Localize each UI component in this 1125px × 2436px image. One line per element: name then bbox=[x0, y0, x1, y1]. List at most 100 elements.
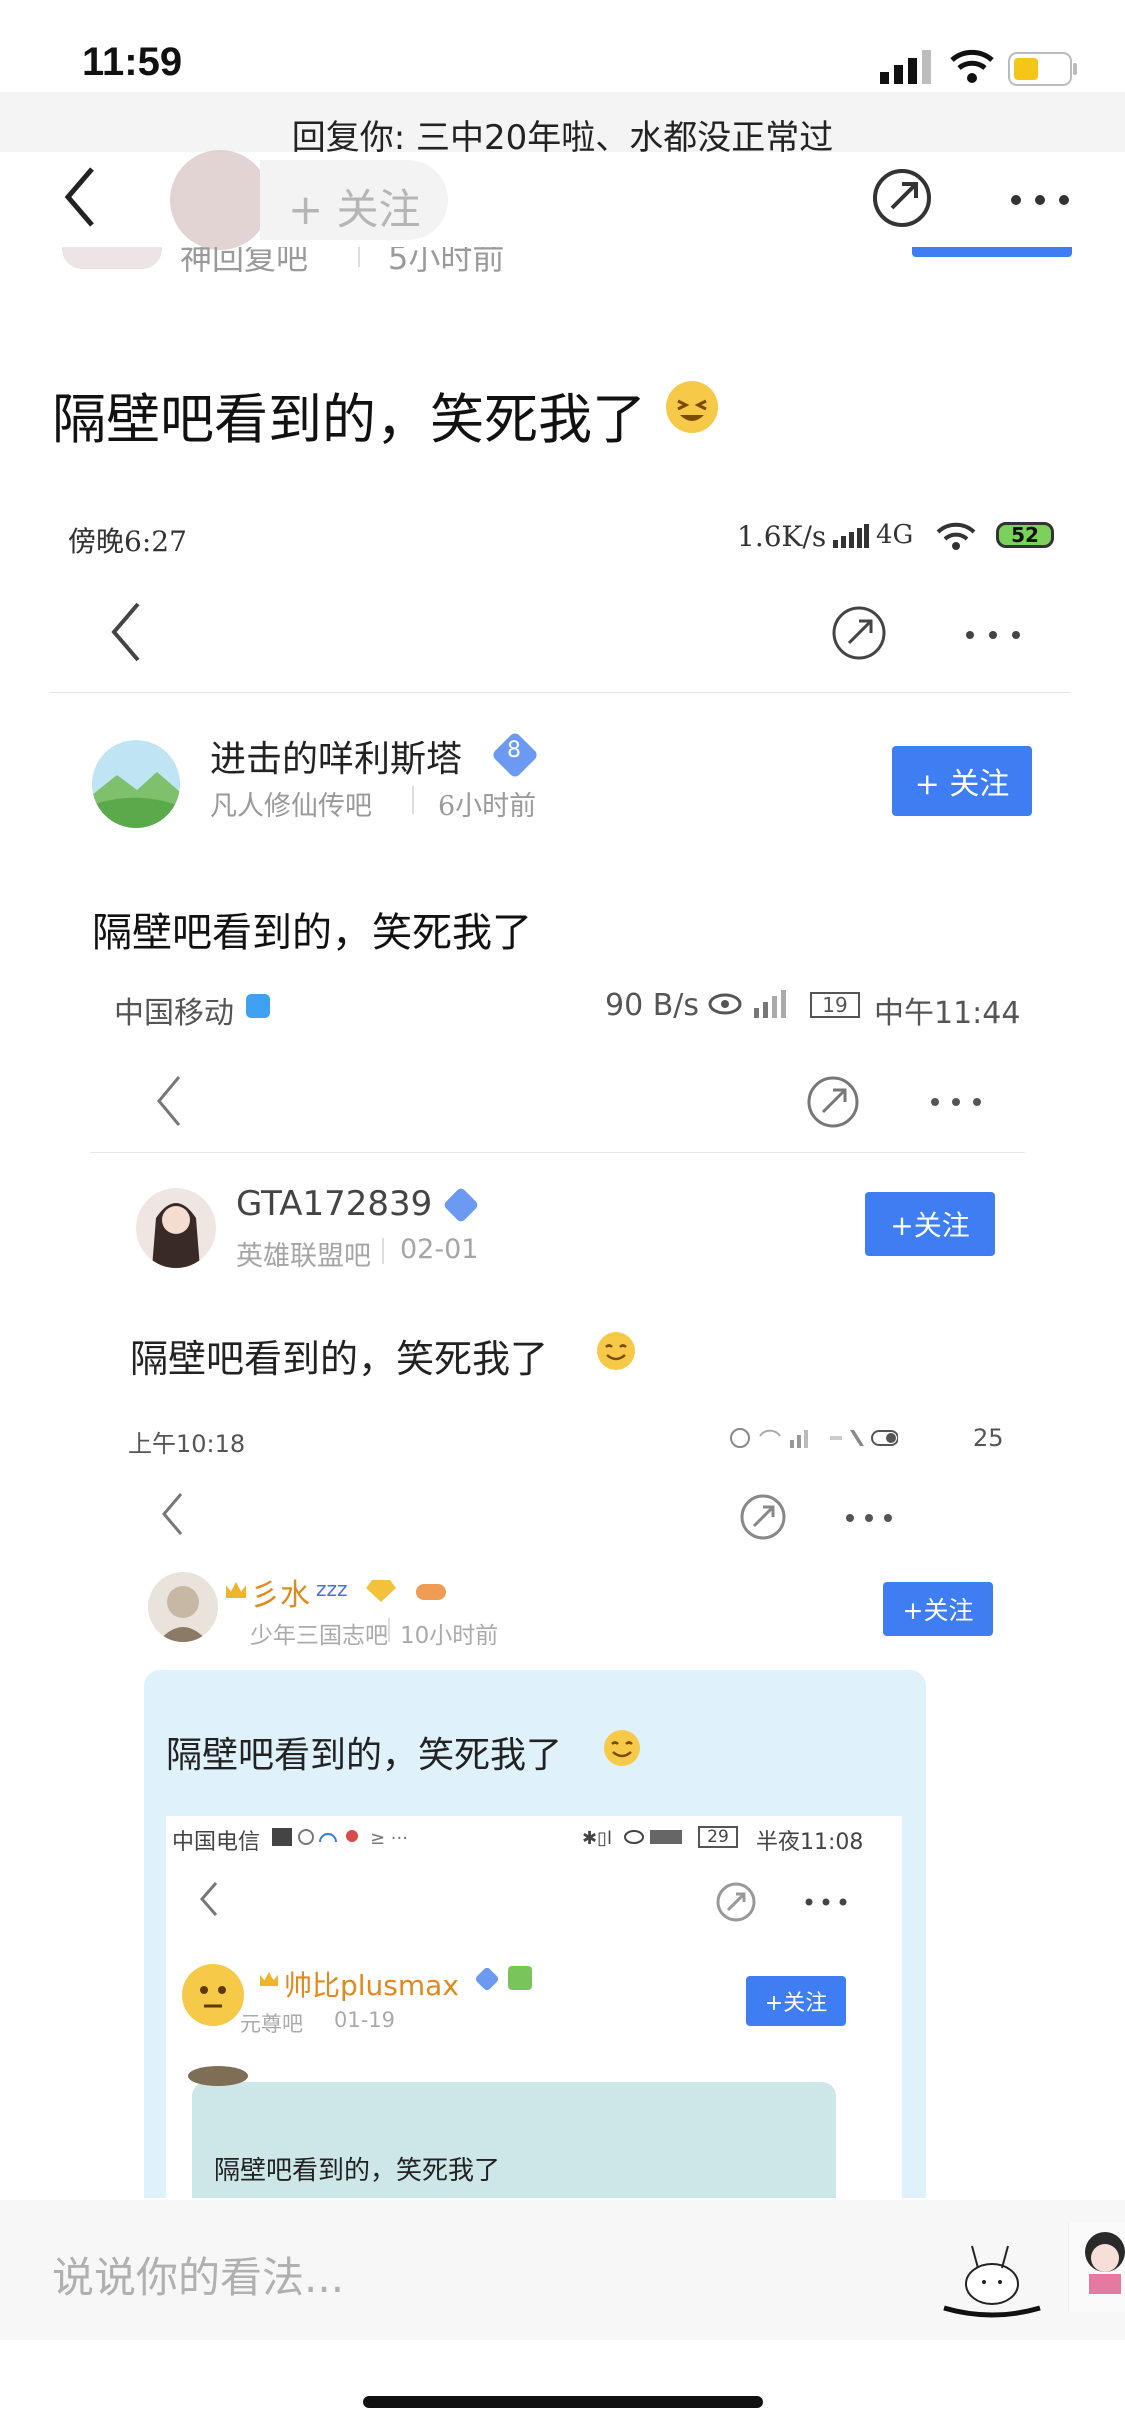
shot2-avatar[interactable] bbox=[136, 1188, 216, 1268]
shot3-status-icons bbox=[730, 1426, 898, 1450]
shot1-back-button[interactable] bbox=[106, 592, 146, 672]
shot2-eye-icon bbox=[708, 992, 742, 1016]
shot4-battery-label: 29 bbox=[707, 1827, 729, 1847]
shot3-forum[interactable]: 少年三国志吧 bbox=[250, 1616, 388, 1650]
shot1-level: 8 bbox=[507, 738, 521, 763]
sticker-bunny-icon bbox=[943, 2245, 1041, 2318]
shot3-back-button[interactable] bbox=[152, 1484, 192, 1544]
shot2-status-time: 中午11:44 bbox=[874, 996, 1021, 1031]
shot2-more-button[interactable] bbox=[928, 1090, 984, 1114]
shot1-share-button[interactable] bbox=[828, 602, 890, 664]
shot2-battery-label: 19 bbox=[822, 993, 848, 1017]
shot1-battery: 52 bbox=[996, 522, 1054, 548]
shot3-battery-label: 25 bbox=[973, 1424, 1004, 1452]
shot3-smile-emoji-icon bbox=[604, 1730, 640, 1766]
shot2-back-button[interactable] bbox=[148, 1066, 188, 1136]
shot4-post-text: 隔壁吧看到的，笑死我了 bbox=[214, 2156, 501, 2186]
nav-bar: + 关注 bbox=[0, 150, 1125, 250]
shot1-nav-divider bbox=[50, 692, 1070, 693]
header-follow-label: + 关注 bbox=[288, 185, 421, 234]
shot1-share-icon bbox=[832, 606, 886, 660]
shot4-forum[interactable]: 元尊吧 bbox=[240, 2008, 303, 2038]
shot2-battery: 19 bbox=[810, 992, 860, 1018]
back-button[interactable] bbox=[50, 162, 110, 232]
shot3-share-button[interactable] bbox=[736, 1490, 790, 1544]
shot2-forum[interactable]: 英雄联盟吧 bbox=[236, 1234, 371, 1273]
shot4-extra-badge bbox=[508, 1966, 532, 1990]
shot4-hat-decoration bbox=[188, 2066, 248, 2086]
shot3-post-card: 隔壁吧看到的，笑死我了 中国电信 ≥ ··· ✱▯l 29 半夜11:08 帅比… bbox=[144, 1670, 926, 2198]
shot2-speed: 90 B/s bbox=[605, 988, 700, 1023]
shot4-avatar[interactable] bbox=[182, 1964, 244, 2026]
shot3-follow-button[interactable]: +关注 bbox=[883, 1582, 993, 1636]
shot4-follow-button[interactable]: +关注 bbox=[746, 1976, 846, 2026]
post-meta-partial: 神回复吧 5小时前 bbox=[0, 247, 1125, 287]
shot2-carrier: 中国移动 bbox=[114, 996, 234, 1031]
shot2-level-badge bbox=[442, 1186, 480, 1224]
screenshot-2[interactable]: 中国移动 90 B/s 19 中午11:44 GTA172839 英雄联盟吧 0 bbox=[70, 978, 1055, 2198]
meta-time: 5小时前 bbox=[388, 247, 505, 277]
shot2-share-icon bbox=[807, 1076, 859, 1128]
share-icon bbox=[873, 169, 931, 227]
sticker-emoji-button[interactable] bbox=[942, 2240, 1042, 2320]
shot2-signal-icon bbox=[748, 990, 794, 1018]
shot1-follow-button[interactable]: + 关注 bbox=[892, 746, 1032, 816]
author-avatar-small[interactable] bbox=[170, 150, 270, 250]
comment-bar: 说说你的看法... bbox=[0, 2200, 1125, 2340]
screenshot-1[interactable]: 傍晚6:27 1.6K/s 4G 52 进击的咩利斯塔 8 凡人修仙传吧 6小时… bbox=[40, 500, 1085, 2200]
post-title: 隔壁吧看到的，笑死我了 bbox=[52, 375, 646, 454]
shot2-share-button[interactable] bbox=[804, 1073, 862, 1131]
sticker-face-icon bbox=[1085, 2232, 1125, 2294]
shot1-signal-icon bbox=[833, 524, 869, 548]
shot1-network: 4G bbox=[876, 520, 914, 550]
shot4-carrier: 中国电信 bbox=[172, 1830, 261, 1855]
shot3-avatar[interactable] bbox=[148, 1572, 218, 1642]
shot3-vip-badges: zzz bbox=[316, 1574, 456, 1604]
meta-forum: 神回复吧 bbox=[180, 247, 309, 277]
shot3-meta-divider bbox=[388, 1618, 390, 1642]
share-button[interactable] bbox=[868, 164, 936, 232]
shot1-avatar[interactable] bbox=[92, 740, 180, 828]
status-bar: 11:59 bbox=[0, 0, 1125, 95]
shot4-more-button[interactable] bbox=[804, 1894, 848, 1910]
shot4-back-button[interactable] bbox=[192, 1874, 226, 1924]
shot3-more-icon bbox=[846, 1514, 892, 1522]
home-indicator[interactable] bbox=[363, 2396, 763, 2408]
shot2-more-icon bbox=[931, 1098, 981, 1106]
shot4-username[interactable]: 帅比plusmax bbox=[284, 1964, 459, 2004]
svg-text:zzz: zzz bbox=[316, 1577, 348, 1601]
more-button[interactable] bbox=[1005, 172, 1075, 228]
shot4-date: 01-19 bbox=[334, 2008, 396, 2032]
laughing-emoji-icon bbox=[666, 381, 718, 433]
comment-input[interactable]: 说说你的看法... bbox=[52, 2244, 344, 2305]
shot1-forum[interactable]: 凡人修仙传吧 bbox=[210, 784, 372, 823]
shot2-follow-button[interactable]: +关注 bbox=[865, 1192, 995, 1256]
more-dots-icon bbox=[1011, 195, 1069, 205]
meta-divider bbox=[358, 247, 360, 267]
shot4-more-icon bbox=[805, 1898, 847, 1906]
reply-banner[interactable]: 回复你: 三中20年啦、水都没正常过 bbox=[0, 92, 1125, 152]
shot4-status-icons-right: ✱▯l bbox=[582, 1826, 696, 1848]
screenshot-4[interactable]: 中国电信 ≥ ··· ✱▯l 29 半夜11:08 帅比plusmax 元尊吧 … bbox=[166, 1816, 902, 2198]
shot1-wifi-icon bbox=[936, 522, 976, 550]
shot2-smile-emoji-icon bbox=[597, 1332, 635, 1370]
shot1-username[interactable]: 进击的咩利斯塔 bbox=[210, 730, 462, 782]
meta-emoji-decoration bbox=[62, 247, 162, 269]
shot2-post-text: 隔壁吧看到的，笑死我了 bbox=[130, 1337, 549, 1381]
shot4-share-button[interactable] bbox=[712, 1878, 760, 1926]
shot3-share-icon bbox=[740, 1494, 786, 1540]
shot4-post-card: 隔壁吧看到的，笑死我了 bbox=[192, 2082, 836, 2198]
shot1-meta-divider bbox=[412, 786, 414, 814]
shot3-username[interactable]: 彡水 bbox=[250, 1570, 310, 1614]
sticker-avatar-button[interactable] bbox=[1068, 2222, 1125, 2312]
shot3-more-button[interactable] bbox=[845, 1508, 893, 1528]
shot1-status-speed: 1.6K/s bbox=[737, 520, 827, 553]
shot3-crown-icon bbox=[226, 1582, 246, 1598]
screenshot-3[interactable]: 上午10:18 25 彡水 zzz 少年三国志吧 10小时前 +关注 隔壁吧看到… bbox=[100, 1416, 1010, 2198]
meta-follow-partial[interactable] bbox=[912, 247, 1072, 257]
shot1-status-time: 傍晚6:27 bbox=[68, 525, 187, 558]
shot4-share-icon bbox=[716, 1882, 756, 1922]
signal-icon bbox=[880, 50, 934, 84]
shot2-username[interactable]: GTA172839 bbox=[236, 1184, 432, 1224]
shot1-more-button[interactable] bbox=[963, 620, 1023, 650]
